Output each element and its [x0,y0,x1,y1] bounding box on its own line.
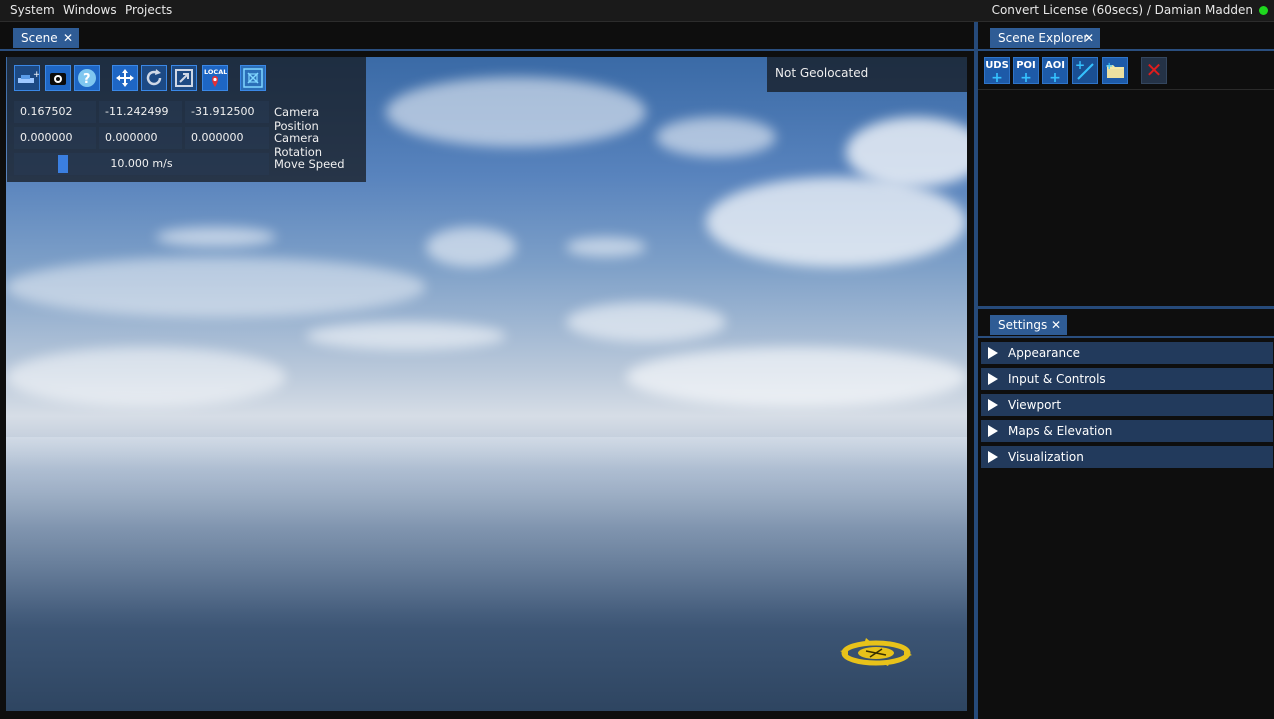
scale-gizmo-button[interactable] [171,65,197,91]
add-line-icon: + [1075,58,1094,80]
help-icon: ? [78,69,96,87]
delete-x-icon: ✕ [1145,58,1163,82]
add-poi-button[interactable]: POI + [1013,57,1039,86]
scale-gizmo-icon [175,69,193,87]
camera-rotation-x-field[interactable]: 0.000000 [14,127,96,149]
fullscreen-button[interactable] [240,65,266,91]
expand-arrow-icon [988,399,998,411]
camera-tool-panel: + ? LOCAL 0.167502 -11.242499 -31.912500… [7,57,366,182]
camera-rotation-z-field[interactable]: 0.000000 [185,127,269,149]
license-status: Convert License (60secs) / Damian Madden [991,3,1253,17]
svg-text:+: + [33,70,39,80]
license-status-indicator [1259,6,1268,15]
plus-icon: + [1020,70,1032,86]
section-appearance-label: Appearance [1008,346,1081,360]
fullscreen-icon [243,68,263,88]
section-input-controls[interactable]: Input & Controls [981,368,1273,390]
camera-settings-button[interactable] [45,65,71,91]
section-visualization-label: Visualization [1008,450,1084,464]
expand-arrow-icon [988,347,998,359]
scene-tab-strip: Scene ✕ [0,22,974,51]
section-viewport[interactable]: Viewport [981,394,1273,416]
expand-arrow-icon [988,425,998,437]
scene-explorer-tab-strip: Scene Explorer ✕ [978,22,1274,51]
camera-rotation-label: Camera Rotation [274,131,323,159]
tab-scene-label: Scene [21,31,58,45]
move-speed-value: 10.000 m/s [110,157,173,170]
scene-explorer-window: Scene Explorer ✕ UDS + POI + AOI + + + ✕ [978,22,1274,306]
svg-text:LOCAL: LOCAL [204,68,227,76]
scene-window: Scene ✕ + ? LOCAL 0.167502 -11.242499 -3… [0,22,974,719]
local-space-icon: LOCAL [204,68,227,87]
translate-gizmo-button[interactable] [112,65,138,91]
rotate-gizmo-button[interactable] [141,65,167,91]
tab-scene-explorer[interactable]: Scene Explorer ✕ [990,28,1100,48]
camera-rotation-y-field[interactable]: 0.000000 [99,127,182,149]
help-button[interactable]: ? [74,65,100,91]
rotate-gizmo-icon [146,69,162,86]
camera-position-y-field[interactable]: -11.242499 [99,101,182,123]
tab-settings[interactable]: Settings ✕ [990,315,1067,335]
geolocation-status: Not Geolocated [767,57,967,92]
menu-system[interactable]: System [10,3,55,17]
section-visualization[interactable]: Visualization [981,446,1273,468]
section-maps-elevation[interactable]: Maps & Elevation [981,420,1273,442]
expand-arrow-icon [988,373,998,385]
add-uds-button[interactable]: UDS + [984,57,1010,86]
camera-settings-icon [50,73,66,85]
close-icon[interactable]: ✕ [1084,28,1094,48]
menu-projects[interactable]: Projects [125,3,172,17]
move-speed-slider[interactable]: 10.000 m/s [14,153,269,175]
compass-gizmo[interactable] [836,632,918,677]
svg-text:+: + [1075,58,1085,72]
move-speed-label: Move Speed [274,157,345,171]
camera-position-z-field[interactable]: -31.912500 [185,101,269,123]
settings-window: Settings ✕ Appearance Input & Controls V… [978,309,1274,719]
tab-scene-explorer-label: Scene Explorer [998,31,1089,45]
section-maps-elevation-label: Maps & Elevation [1008,424,1113,438]
add-aoi-button[interactable]: AOI + [1042,57,1068,86]
tab-scene[interactable]: Scene ✕ [13,28,79,48]
add-model-icon: + [18,70,41,83]
section-viewport-label: Viewport [1008,398,1062,412]
tab-settings-label: Settings [998,318,1048,332]
settings-tab-strip: Settings ✕ [978,309,1274,338]
compass-gizmo-icon [840,638,912,666]
section-appearance[interactable]: Appearance [981,342,1273,364]
camera-position-label: Camera Position [274,105,320,133]
svg-text:+: + [1105,61,1113,72]
local-space-button[interactable]: LOCAL [202,65,228,91]
delete-button[interactable]: ✕ [1141,57,1167,84]
menu-windows[interactable]: Windows [63,3,117,17]
section-input-controls-label: Input & Controls [1008,372,1106,386]
menu-bar: System Windows Projects Convert License … [0,0,1274,22]
expand-arrow-icon [988,451,998,463]
add-line-button[interactable]: + [1072,57,1098,84]
camera-position-x-field[interactable]: 0.167502 [14,101,96,123]
close-icon[interactable]: ✕ [1051,315,1061,335]
plus-icon: + [1049,70,1061,86]
translate-gizmo-icon [116,69,134,87]
close-icon[interactable]: ✕ [63,28,73,48]
add-folder-button[interactable]: + [1102,57,1128,84]
add-model-button[interactable]: + [14,65,41,91]
plus-icon: + [991,70,1003,86]
svg-text:?: ? [83,72,91,87]
explorer-divider [978,89,1274,90]
folder-icon: + [1105,61,1124,78]
